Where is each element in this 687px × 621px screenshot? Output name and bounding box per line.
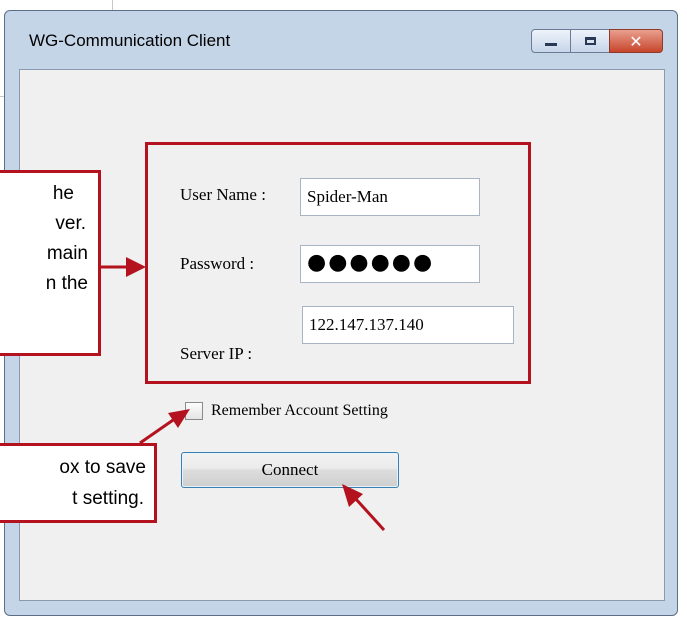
arrow-to-checkbox [139,409,190,445]
arrow-to-connect-button [342,484,386,532]
arrow-to-login-fields [101,257,146,277]
annotation-arrows [101,257,386,532]
